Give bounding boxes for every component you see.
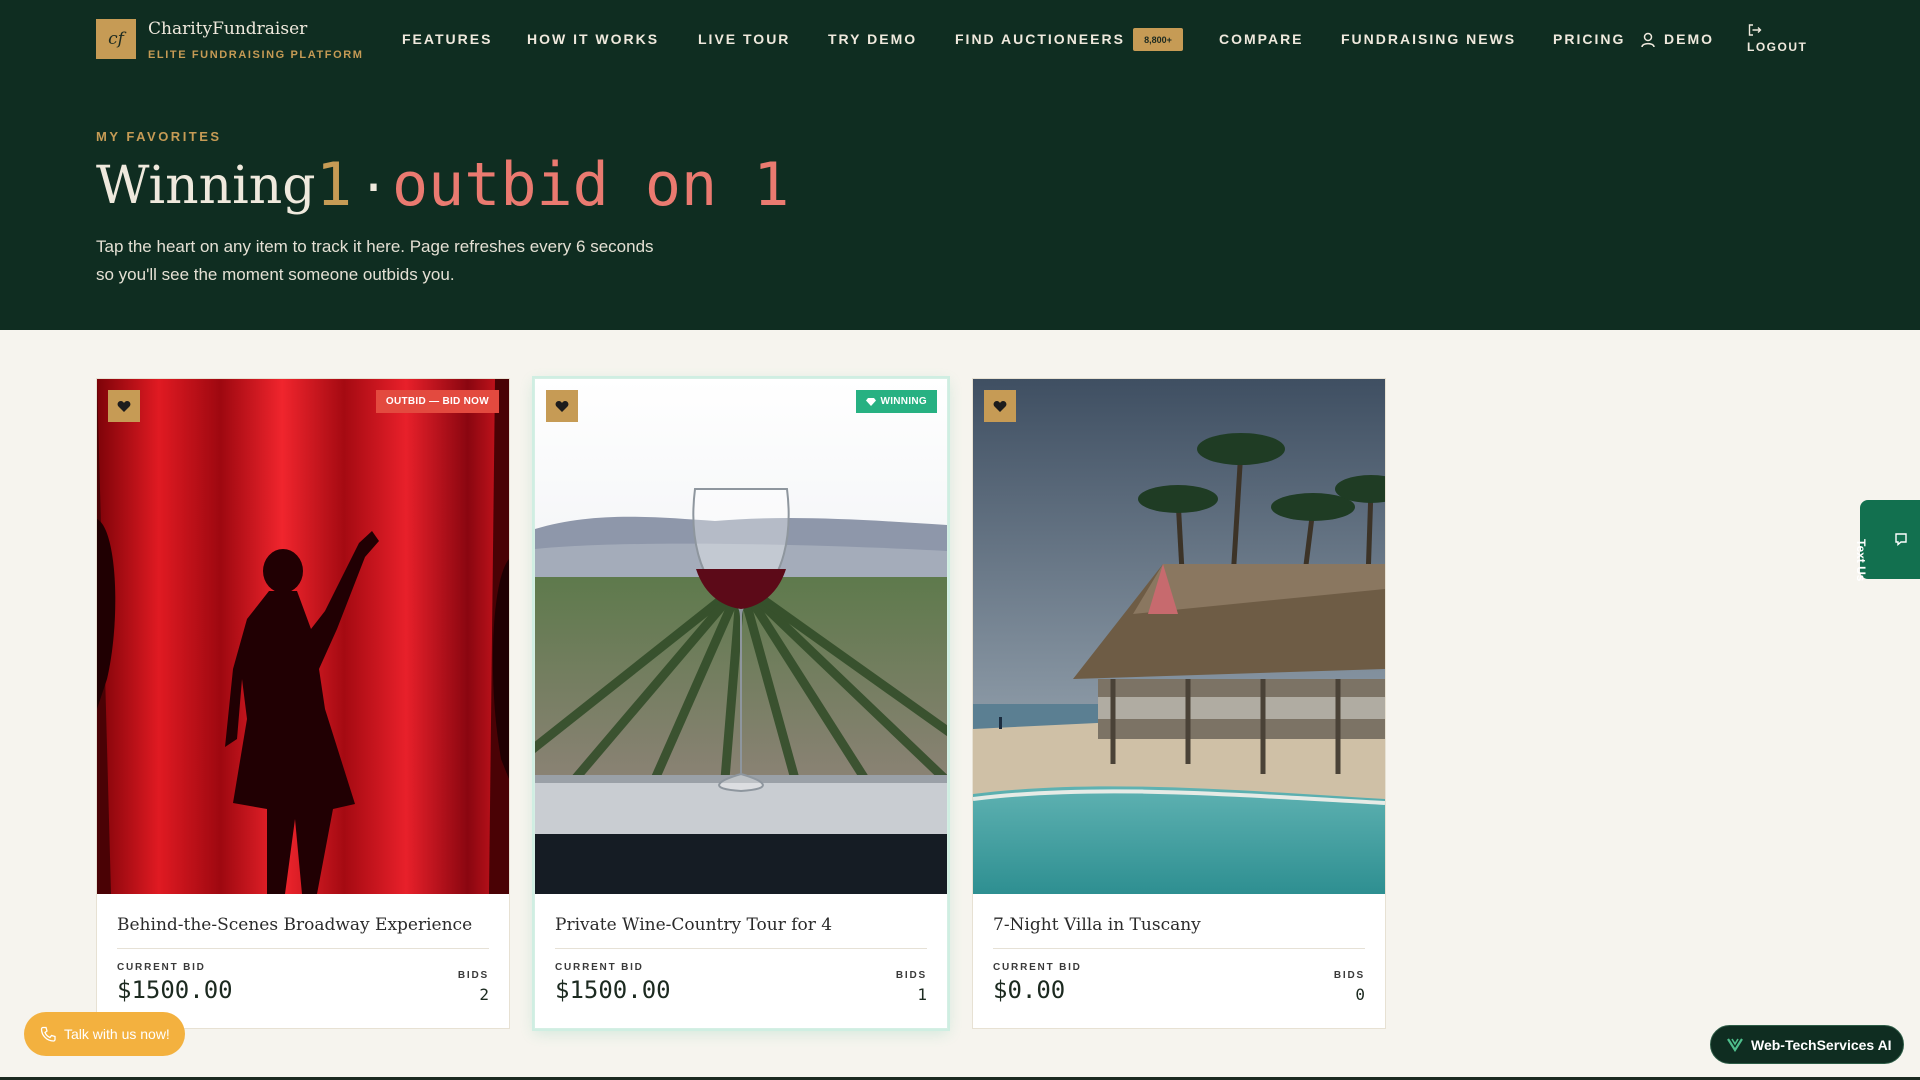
nav-find-auctioneers[interactable]: FIND AUCTIONEERS — [955, 31, 1125, 47]
item-image-wine[interactable] — [535, 379, 947, 894]
current-bid-label: CURRENT BID — [117, 962, 206, 973]
winning-label: Winning — [96, 156, 316, 216]
winning-count: 1 — [316, 150, 353, 220]
talk-with-us-button[interactable]: Talk with us now! — [24, 1012, 185, 1056]
web-techservices-ai-button[interactable]: Web-TechServices AI — [1710, 1025, 1904, 1064]
winning-status-label: WINNING — [880, 396, 927, 407]
current-bid-label: CURRENT BID — [555, 962, 644, 973]
nav-fundraising-news[interactable]: FUNDRAISING NEWS — [1341, 31, 1516, 47]
heart-icon — [117, 400, 131, 412]
item-title[interactable]: Private Wine-Country Tour for 4 — [555, 915, 832, 935]
bids-count: 2 — [479, 985, 489, 1004]
auction-card[interactable]: WINNING Private Wine-Country Tour for 4 … — [534, 378, 948, 1029]
bids-count: 0 — [1355, 985, 1365, 1004]
nav-live-tour[interactable]: LIVE TOUR — [698, 31, 790, 47]
auctioneers-count-badge: 8,800+ — [1133, 28, 1183, 51]
bids-label: BIDS — [457, 970, 489, 981]
brand-tagline: ELITE FUNDRAISING PLATFORM — [148, 49, 364, 61]
chat-icon — [1895, 533, 1907, 546]
item-image-broadway[interactable] — [97, 379, 509, 894]
heart-icon — [555, 400, 569, 412]
section-eyebrow: MY FAVORITES — [96, 129, 222, 144]
bids-count: 1 — [917, 985, 927, 1004]
outbid-status-badge[interactable]: OUTBID — BID NOW — [375, 390, 499, 413]
bids-label: BIDS — [1333, 970, 1365, 981]
title-separator: · — [364, 153, 384, 223]
user-demo-link[interactable]: DEMO — [1664, 31, 1714, 47]
current-bid-value: $1500.00 — [555, 976, 671, 1004]
divider — [993, 948, 1365, 949]
favorite-heart-button[interactable] — [546, 390, 578, 422]
item-title[interactable]: Behind-the-Scenes Broadway Experience — [117, 915, 472, 935]
current-bid-value: $1500.00 — [117, 976, 233, 1004]
text-us-label: Text Us — [1854, 539, 1868, 582]
text-us-tab[interactable]: Text Us — [1854, 500, 1920, 581]
diamond-icon — [866, 397, 877, 406]
logout-icon[interactable] — [1748, 24, 1762, 36]
auction-card[interactable]: 7-Night Villa in Tuscany CURRENT BID $0.… — [972, 378, 1386, 1029]
phone-icon — [40, 1026, 56, 1042]
nav-compare[interactable]: COMPARE — [1219, 31, 1304, 47]
page-description: Tap the heart on any item to track it he… — [96, 237, 654, 284]
nav-how-it-works[interactable]: HOW IT WORKS — [527, 31, 659, 47]
divider — [555, 948, 927, 949]
item-image-villa[interactable] — [973, 379, 1385, 894]
winning-status-badge: WINNING — [856, 390, 937, 413]
web-techservices-label: Web-TechServices AI — [1751, 1036, 1892, 1053]
nav-try-demo[interactable]: TRY DEMO — [828, 31, 917, 47]
current-bid-value: $0.00 — [993, 976, 1066, 1004]
user-icon[interactable] — [1641, 32, 1655, 48]
heart-icon — [993, 400, 1007, 412]
talk-label: Talk with us now! — [64, 1026, 170, 1042]
favorite-heart-button[interactable] — [108, 390, 140, 422]
hero-header: cf CharityFundraiser ELITE FUNDRAISING P… — [0, 0, 1920, 330]
nav-pricing[interactable]: PRICING — [1553, 31, 1625, 47]
chevron-logo-icon — [1727, 1037, 1743, 1052]
bids-label: BIDS — [895, 970, 927, 981]
divider — [117, 948, 489, 949]
outbid-summary: outbid on 1 — [392, 150, 790, 220]
current-bid-label: CURRENT BID — [993, 962, 1082, 973]
brand-name[interactable]: CharityFundraiser — [148, 19, 307, 39]
auction-card[interactable]: OUTBID — BID NOW Behind-the-Scenes Broad… — [96, 378, 510, 1029]
nav-features[interactable]: FEATURES — [402, 31, 492, 47]
logo-mark[interactable]: cf — [96, 19, 136, 59]
item-title[interactable]: 7-Night Villa in Tuscany — [993, 915, 1201, 935]
favorite-heart-button[interactable] — [984, 390, 1016, 422]
logout-link[interactable]: LOGOUT — [1747, 40, 1807, 54]
